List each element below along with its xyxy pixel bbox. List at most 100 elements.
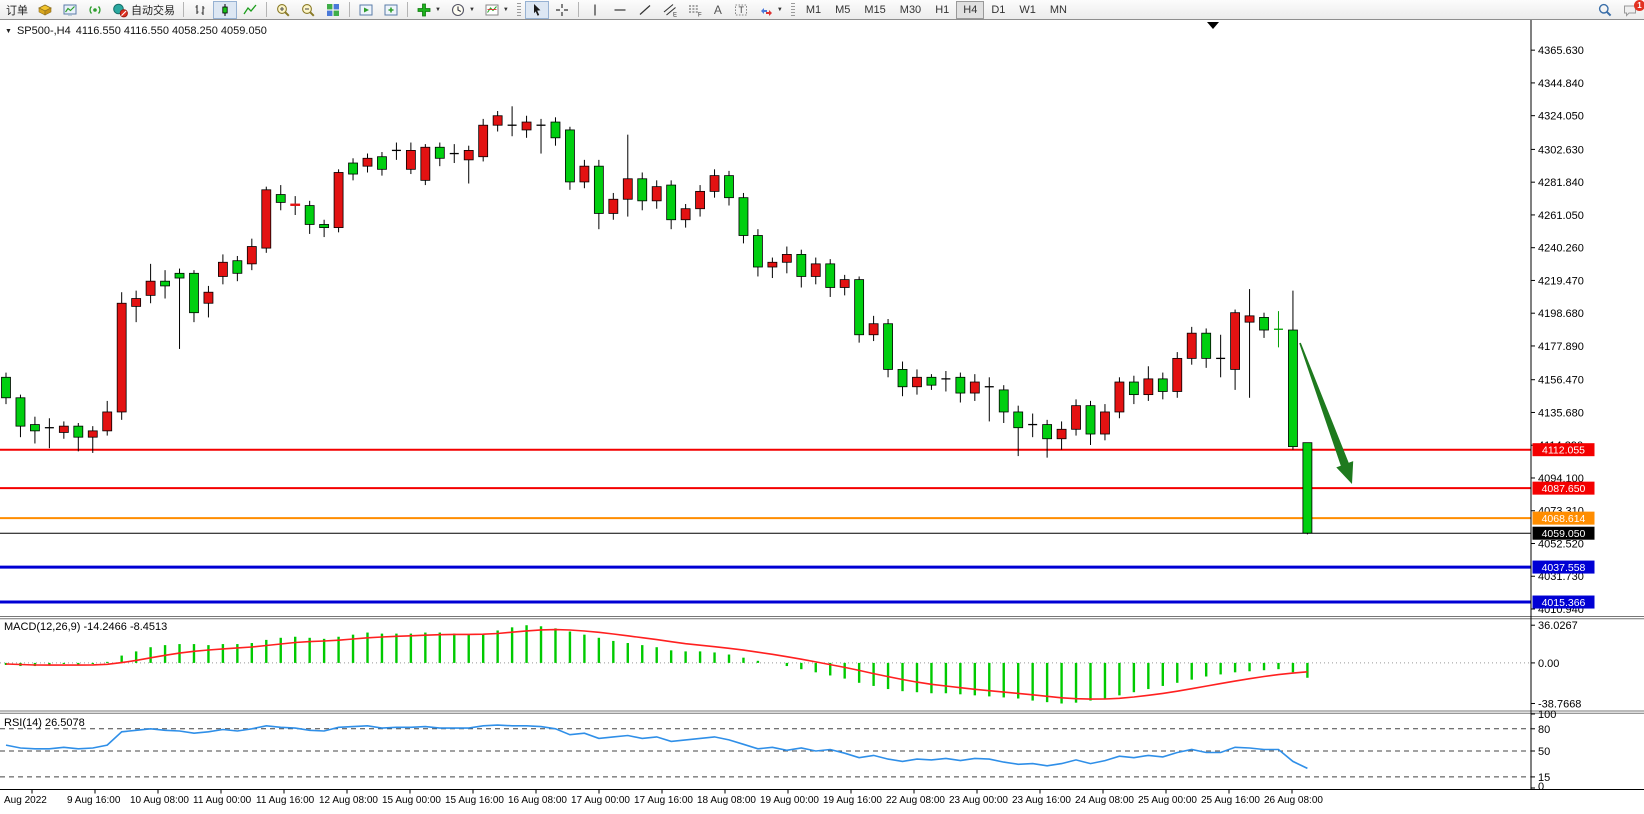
timeframe-d1-button[interactable]: D1 <box>984 1 1012 19</box>
signal-icon <box>87 2 103 18</box>
timeframe-mn-button[interactable]: MN <box>1043 1 1074 19</box>
time-axis-label: 9 Aug 16:00 <box>67 795 121 806</box>
orders-button[interactable]: 订单 <box>2 1 32 19</box>
timeframe-w1-button[interactable]: W1 <box>1012 1 1043 19</box>
time-axis-label: 15 Aug 16:00 <box>445 795 504 806</box>
candle-body <box>1303 443 1312 533</box>
zoom-in-button[interactable] <box>271 1 295 19</box>
candle-body <box>59 426 68 432</box>
candle-body <box>638 179 647 201</box>
price-axis-label: 4156.470 <box>1538 375 1584 387</box>
periods-button[interactable]: ▼ <box>446 1 479 19</box>
price-axis-label: 4177.890 <box>1538 341 1584 353</box>
candle-body <box>435 147 444 158</box>
candle-body <box>725 176 734 198</box>
candle-body <box>276 195 285 203</box>
time-axis-label: 11 Aug 16:00 <box>256 795 315 806</box>
price-axis-label: 4219.470 <box>1538 275 1584 287</box>
symbol-dropdown-icon[interactable]: ▼ <box>5 28 12 35</box>
time-axis-label: 16 Aug 08:00 <box>508 795 567 806</box>
crosshair-tool-button[interactable] <box>550 1 574 19</box>
charts-window-button[interactable] <box>58 1 82 19</box>
time-axis-label: Aug 2022 <box>4 795 47 806</box>
candle-body <box>1173 358 1182 391</box>
price-line-label: 4112.055 <box>1542 445 1585 457</box>
bar-chart-mode-button[interactable] <box>188 1 212 19</box>
zoom-out-button[interactable] <box>296 1 320 19</box>
autotrading-button[interactable]: 自动交易 <box>108 1 179 19</box>
timeframe-h4-button[interactable]: H4 <box>956 1 984 19</box>
candle-body <box>247 247 256 264</box>
candle-body <box>1260 317 1269 330</box>
cursor-tool-button[interactable] <box>525 1 549 19</box>
timeframe-h1-button[interactable]: H1 <box>928 1 956 19</box>
timeframe-m15-button[interactable]: M15 <box>857 1 892 19</box>
tile-windows-button[interactable] <box>321 1 345 19</box>
vertical-line-tool-button[interactable] <box>583 1 607 19</box>
price-line-label: 4059.050 <box>1542 528 1586 540</box>
rsi-indicator-label: RSI(14) 26.5078 <box>4 717 85 729</box>
new-chart-button[interactable] <box>379 1 403 19</box>
time-axis-label: 25 Aug 00:00 <box>1138 795 1197 806</box>
trendline-tool-button[interactable] <box>633 1 657 19</box>
notifications-button[interactable]: 1 <box>1618 1 1642 19</box>
time-axis[interactable]: Aug 20229 Aug 16:0010 Aug 08:0011 Aug 00… <box>4 790 1323 807</box>
timeframe-m1-button[interactable]: M1 <box>799 1 828 19</box>
new-order-icon <box>37 2 53 18</box>
macd-axis-label: 36.0267 <box>1538 620 1578 632</box>
candle-body <box>1187 333 1196 358</box>
chart-ohlc-header[interactable]: ▼ SP500-,H4 4116.550 4116.550 4058.250 4… <box>5 25 267 37</box>
candle-body <box>146 281 155 295</box>
toolbar-drag-handle[interactable] <box>517 3 521 17</box>
candle-body <box>349 163 358 174</box>
candlestick-mode-button[interactable] <box>213 1 237 19</box>
signals-button[interactable] <box>83 1 107 19</box>
candle-body <box>1144 379 1153 395</box>
arrows-tool-button[interactable]: ▼ <box>754 1 787 19</box>
channel-tool-button[interactable]: E <box>658 1 682 19</box>
candle-body <box>2 377 11 397</box>
search-icon <box>1597 2 1613 18</box>
horizontal-lines[interactable] <box>0 450 1531 602</box>
timeframe-m30-button[interactable]: M30 <box>893 1 928 19</box>
macd-panel[interactable]: MACD(12,26,9) -14.2466 -8.451336.02670.0… <box>0 620 1581 710</box>
candlestick-series <box>2 106 1312 534</box>
candle-body <box>681 209 690 220</box>
text-tool-icon: A <box>714 3 722 17</box>
text-tool-button[interactable]: A <box>708 1 728 19</box>
line-chart-mode-button[interactable] <box>238 1 262 19</box>
candle-body <box>1115 382 1124 412</box>
candle-body <box>753 235 762 267</box>
candle-body <box>334 172 343 227</box>
candle-body <box>898 369 907 386</box>
time-axis-label: 11 Aug 00:00 <box>193 795 252 806</box>
templates-button[interactable]: ▼ <box>480 1 513 19</box>
new-order-button[interactable] <box>33 1 57 19</box>
price-axis-label: 4240.260 <box>1538 243 1584 255</box>
price-axis-label: 4052.520 <box>1538 538 1584 550</box>
time-axis-label: 18 Aug 08:00 <box>697 795 756 806</box>
candle-body <box>884 324 893 370</box>
horizontal-line-tool-button[interactable] <box>608 1 632 19</box>
strategy-tester-button[interactable] <box>354 1 378 19</box>
candle-body <box>1158 379 1167 392</box>
timeframe-m5-button[interactable]: M5 <box>828 1 857 19</box>
time-axis-label: 12 Aug 08:00 <box>319 795 378 806</box>
notification-badge: 1 <box>1634 0 1644 11</box>
candle-body <box>1100 412 1109 434</box>
search-button[interactable] <box>1593 1 1617 19</box>
candle-body <box>1014 412 1023 428</box>
candle-body <box>218 262 227 276</box>
toolbar-drag-handle[interactable] <box>791 3 795 17</box>
candle-body <box>869 324 878 335</box>
chevron-down-icon: ▼ <box>503 7 509 13</box>
candle-body <box>493 116 502 125</box>
rsi-panel[interactable]: RSI(14) 26.50781008050150 <box>0 709 1556 793</box>
fibonacci-tool-button[interactable]: F <box>683 1 707 19</box>
text-label-tool-button[interactable]: T <box>729 1 753 19</box>
candle-body <box>377 157 386 170</box>
chart-shift-marker-icon[interactable] <box>1207 22 1219 29</box>
candle-body <box>30 425 39 431</box>
indicators-button[interactable]: ▼ <box>412 1 445 19</box>
chart-plot[interactable]: 4365.6304344.8404324.0504302.6304281.840… <box>0 20 1644 809</box>
